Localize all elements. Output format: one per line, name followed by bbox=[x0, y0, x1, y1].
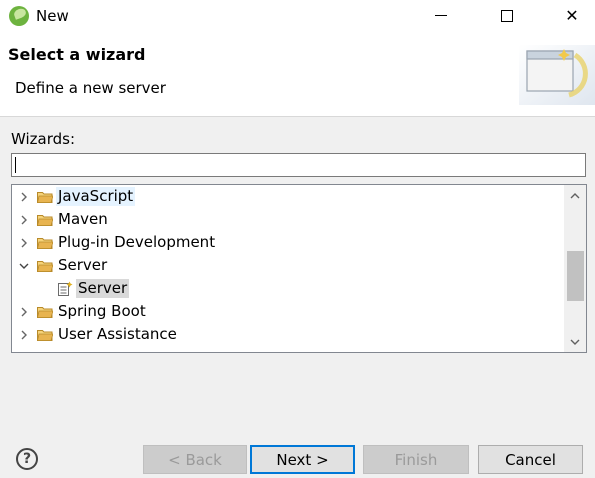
scroll-down-icon[interactable] bbox=[564, 332, 586, 352]
chevron-right-icon[interactable] bbox=[17, 323, 31, 346]
wizard-tree[interactable]: JavaScript Maven Plug-in Development Ser… bbox=[11, 184, 587, 353]
folder-icon bbox=[37, 238, 53, 249]
tree-item-maven[interactable]: Maven bbox=[12, 208, 563, 231]
text-caret bbox=[15, 157, 16, 173]
close-button[interactable]: ✕ bbox=[549, 0, 595, 31]
next-button[interactable]: Next > bbox=[250, 445, 355, 474]
new-server-icon bbox=[58, 281, 73, 296]
scroll-thumb[interactable] bbox=[567, 251, 584, 301]
tree-item-label: Spring Boot bbox=[58, 302, 146, 320]
back-button[interactable]: < Back bbox=[143, 445, 247, 474]
close-icon: ✕ bbox=[565, 5, 579, 25]
window-title: New bbox=[36, 7, 69, 25]
folder-icon bbox=[37, 307, 53, 318]
tree-item-label: Server bbox=[76, 279, 130, 298]
help-icon[interactable]: ? bbox=[16, 448, 38, 470]
folder-icon bbox=[37, 330, 53, 341]
tree-item-label: Server bbox=[58, 256, 108, 274]
maximize-icon bbox=[501, 9, 513, 22]
tree-item-user-assistance[interactable]: User Assistance bbox=[12, 323, 563, 346]
cancel-button[interactable]: Cancel bbox=[478, 445, 583, 474]
chevron-right-icon[interactable] bbox=[17, 231, 31, 254]
tree-item-label: User Assistance bbox=[58, 325, 177, 343]
tree-item-label: Plug-in Development bbox=[58, 233, 216, 251]
folder-open-icon bbox=[37, 261, 53, 272]
page-title: Select a wizard bbox=[8, 45, 146, 64]
wizard-filter-input[interactable] bbox=[11, 153, 586, 177]
wizards-label: Wizards: bbox=[11, 130, 76, 148]
chevron-right-icon[interactable] bbox=[17, 208, 31, 231]
folder-icon bbox=[37, 192, 53, 203]
wizard-header: Select a wizard Define a new server bbox=[0, 31, 595, 117]
tree-item-label: JavaScript bbox=[56, 187, 136, 206]
tree-item-server-folder[interactable]: Server bbox=[12, 254, 563, 277]
chevron-right-icon[interactable] bbox=[17, 185, 31, 208]
new-wizard-banner-icon bbox=[519, 45, 595, 105]
finish-button[interactable]: Finish bbox=[363, 445, 469, 474]
folder-icon bbox=[37, 215, 53, 226]
tree-item-label: Maven bbox=[58, 210, 108, 228]
maximize-button[interactable] bbox=[484, 0, 530, 31]
tree-item-javascript[interactable]: JavaScript bbox=[12, 185, 563, 208]
minimize-button[interactable] bbox=[418, 0, 464, 31]
chevron-down-icon[interactable] bbox=[17, 254, 31, 277]
title-bar: New ✕ bbox=[0, 0, 595, 31]
chevron-right-icon[interactable] bbox=[17, 300, 31, 323]
tree-scrollbar[interactable] bbox=[564, 185, 586, 352]
tree-item-spring-boot[interactable]: Spring Boot bbox=[12, 300, 563, 323]
tree-item-server-wizard[interactable]: Server bbox=[12, 277, 563, 300]
spring-app-icon bbox=[9, 6, 29, 26]
minimize-icon bbox=[435, 15, 447, 16]
page-description: Define a new server bbox=[15, 79, 166, 97]
scroll-up-icon[interactable] bbox=[564, 185, 586, 205]
tree-item-plugin-development[interactable]: Plug-in Development bbox=[12, 231, 563, 254]
